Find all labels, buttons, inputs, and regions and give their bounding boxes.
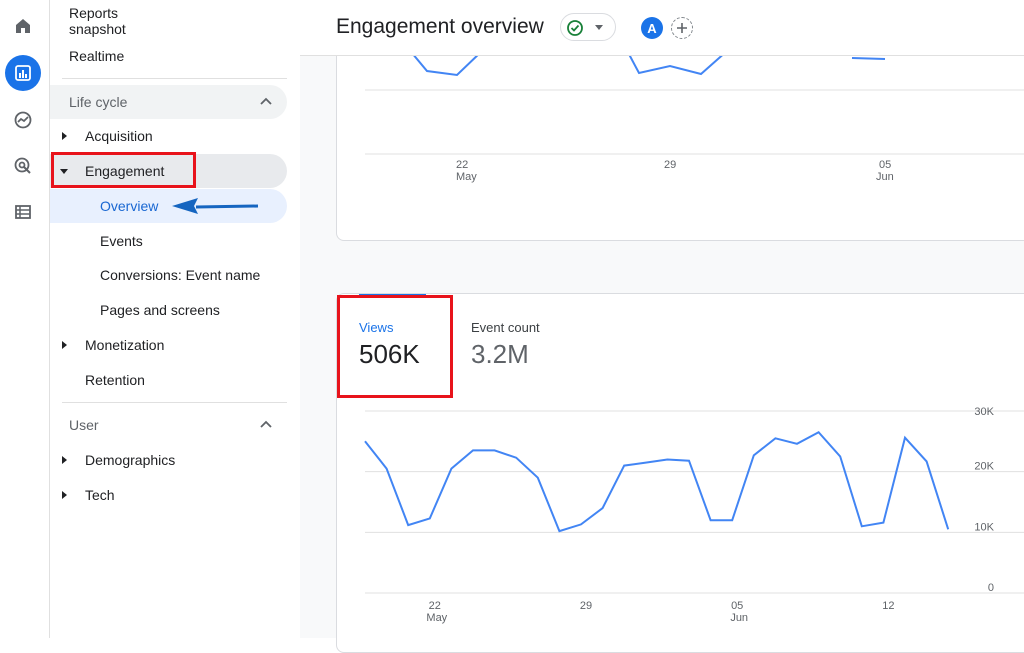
status-dropdown[interactable] bbox=[560, 13, 616, 41]
plus-icon bbox=[677, 23, 687, 33]
reports-sidebar: Reports snapshot Realtime Life cycle Acq… bbox=[50, 0, 300, 638]
caret-right-icon bbox=[62, 132, 67, 140]
nav-retention-label: Retention bbox=[85, 372, 145, 388]
top-x-tick-day: 29 bbox=[664, 159, 677, 171]
nav-tech[interactable]: Tech bbox=[50, 478, 287, 512]
nav-acquisition-label: Acquisition bbox=[85, 128, 153, 144]
top-x-tick-day: 05 bbox=[879, 159, 892, 171]
x-tick-day: 22 bbox=[429, 600, 441, 612]
section-lifecycle-label: Life cycle bbox=[69, 94, 128, 110]
pointer-arrow-icon bbox=[172, 198, 259, 214]
reports-icon[interactable] bbox=[5, 55, 41, 91]
sidebar-divider bbox=[62, 402, 287, 403]
nav-pages-screens-label: Pages and screens bbox=[100, 302, 220, 318]
nav-demographics-label: Demographics bbox=[85, 452, 176, 468]
x-tick-day: 05 bbox=[731, 600, 743, 612]
icon-rail bbox=[0, 0, 50, 638]
main-content: 22 May 29 05 Jun Engagement overview A V… bbox=[300, 0, 1024, 653]
chevron-up-icon bbox=[260, 420, 272, 428]
top-x-tick-month: May bbox=[456, 171, 477, 183]
nav-events-label: Events bbox=[100, 233, 143, 249]
section-lifecycle[interactable]: Life cycle bbox=[50, 85, 287, 119]
nav-demographics[interactable]: Demographics bbox=[50, 443, 287, 477]
top-chart-line-segment bbox=[851, 57, 886, 60]
views-series-line bbox=[364, 430, 950, 533]
x-tick-month: May bbox=[426, 612, 447, 624]
y-tick-label: 10K bbox=[974, 521, 994, 533]
nav-monetization[interactable]: Monetization bbox=[50, 328, 287, 362]
section-user-label: User bbox=[69, 417, 99, 433]
comparison-avatar[interactable]: A bbox=[641, 17, 663, 39]
add-comparison-button[interactable] bbox=[671, 17, 693, 39]
nav-tech-label: Tech bbox=[85, 487, 115, 503]
nav-monetization-label: Monetization bbox=[85, 337, 165, 353]
y-tick-label: 20K bbox=[974, 461, 994, 473]
caret-right-icon bbox=[62, 491, 67, 499]
advertising-icon[interactable] bbox=[5, 148, 41, 184]
chevron-up-icon bbox=[260, 97, 272, 105]
caret-right-icon bbox=[62, 456, 67, 464]
nav-conversions-label: Conversions: Event name bbox=[100, 267, 261, 283]
engagement-highlight-box bbox=[51, 152, 196, 188]
chevron-down-icon bbox=[595, 25, 603, 30]
top-x-tick-month: Jun bbox=[876, 171, 894, 183]
top-chart-svg bbox=[365, 40, 1024, 155]
explore-icon[interactable] bbox=[5, 102, 41, 138]
page-header: Engagement overview A bbox=[300, 0, 1024, 56]
nav-acquisition[interactable]: Acquisition bbox=[50, 119, 287, 153]
nav-realtime-label: Realtime bbox=[69, 48, 125, 64]
x-tick-month: Jun bbox=[730, 612, 748, 624]
configure-icon[interactable] bbox=[5, 194, 41, 230]
top-chart-card: 22 May 29 05 Jun bbox=[336, 30, 1024, 241]
page-title: Engagement overview bbox=[336, 15, 544, 38]
nav-overview-label: Overview bbox=[100, 198, 159, 214]
views-highlight-box bbox=[337, 295, 453, 398]
top-x-tick-day: 22 bbox=[456, 159, 469, 171]
y-tick-label: 30K bbox=[974, 406, 994, 418]
section-user[interactable]: User bbox=[50, 408, 287, 442]
check-circle-icon bbox=[567, 20, 583, 36]
sidebar-divider bbox=[62, 78, 287, 79]
x-tick-day: 12 bbox=[882, 600, 894, 612]
caret-right-icon bbox=[62, 341, 67, 349]
home-icon[interactable] bbox=[5, 8, 41, 44]
x-tick-day: 29 bbox=[580, 600, 592, 612]
nav-reports-snapshot-label: Reports snapshot bbox=[69, 5, 126, 37]
y-tick-label: 0 bbox=[988, 582, 994, 594]
